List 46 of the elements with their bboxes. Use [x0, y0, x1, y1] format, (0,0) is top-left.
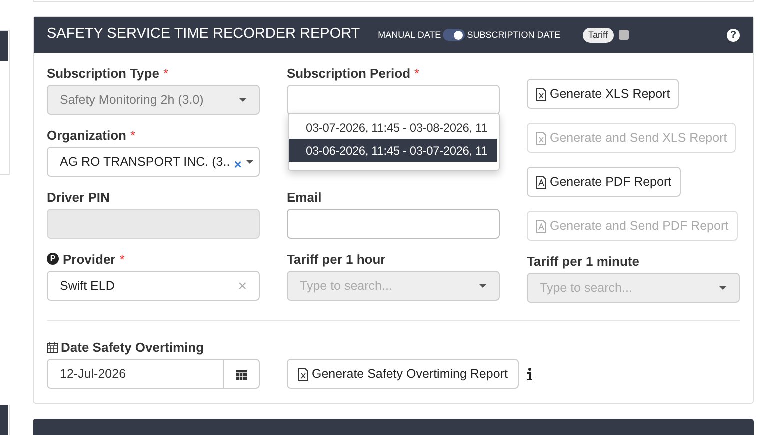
select-field[interactable] [287, 85, 500, 116]
field-label: Driver PIN [47, 188, 110, 207]
field-label: Provider [63, 250, 116, 269]
field-label: Tariff per 1 hour [287, 250, 386, 269]
calendar-button[interactable] [224, 359, 260, 390]
caret-icon [479, 284, 487, 288]
date-toggle[interactable] [443, 29, 466, 42]
overtiming-report-button[interactable]: Generate Safety Overtiming Report [287, 359, 519, 390]
report-button[interactable]: Generate XLS Report [527, 79, 680, 110]
required-mark: * [120, 250, 125, 269]
tariff-checkbox[interactable] [618, 30, 629, 40]
excel-file-icon [536, 88, 547, 101]
info-icon[interactable] [526, 368, 533, 382]
dropdown-option[interactable]: 03-07-2026, 11:45 - 03-08-2026, 11 [289, 116, 497, 140]
input-field[interactable] [287, 209, 500, 240]
calendar-icon [236, 368, 247, 380]
report-button[interactable]: Generate PDF Report [527, 167, 681, 198]
select-field[interactable]: AG RO TRANSPORT INC. (3.. × [47, 147, 260, 178]
date-field[interactable]: 12-Jul-2026 [47, 359, 224, 390]
help-icon[interactable]: ? [727, 28, 740, 42]
field-label: Subscription Type [47, 64, 160, 83]
excel-file-icon [298, 368, 309, 381]
tariff-tag: Tariff [582, 28, 614, 44]
caret-icon [246, 160, 254, 164]
card-title: SAFETY SERVICE TIME RECORDER REPORT [47, 25, 360, 44]
select-field[interactable]: Swift ELD × [47, 271, 260, 302]
clear-icon[interactable]: × [234, 158, 242, 171]
field-label: Subscription Period [287, 64, 411, 83]
required-mark: * [130, 126, 136, 145]
dropdown-option[interactable]: 03-06-2026, 11:45 - 03-07-2026, 11 [289, 139, 497, 162]
field-label: Tariff per 1 minute [527, 252, 640, 271]
calendar-icon [47, 342, 58, 353]
required-mark: * [163, 64, 168, 83]
caret-icon [719, 286, 727, 290]
toggle-label: MANUAL DATE [378, 28, 442, 42]
caret-icon [239, 98, 247, 102]
required-mark: * [414, 64, 420, 83]
field-label: Email [287, 188, 322, 207]
pdf-file-icon [536, 176, 547, 189]
field-label: Date Safety Overtiming [61, 338, 204, 357]
provider-badge: P [47, 253, 59, 266]
excel-file-icon [536, 132, 547, 145]
toggle-label: SUBSCRIPTION DATE [467, 28, 561, 42]
pdf-file-icon [536, 220, 547, 233]
field-label: Organization [47, 126, 126, 145]
side-panel [0, 405, 10, 435]
